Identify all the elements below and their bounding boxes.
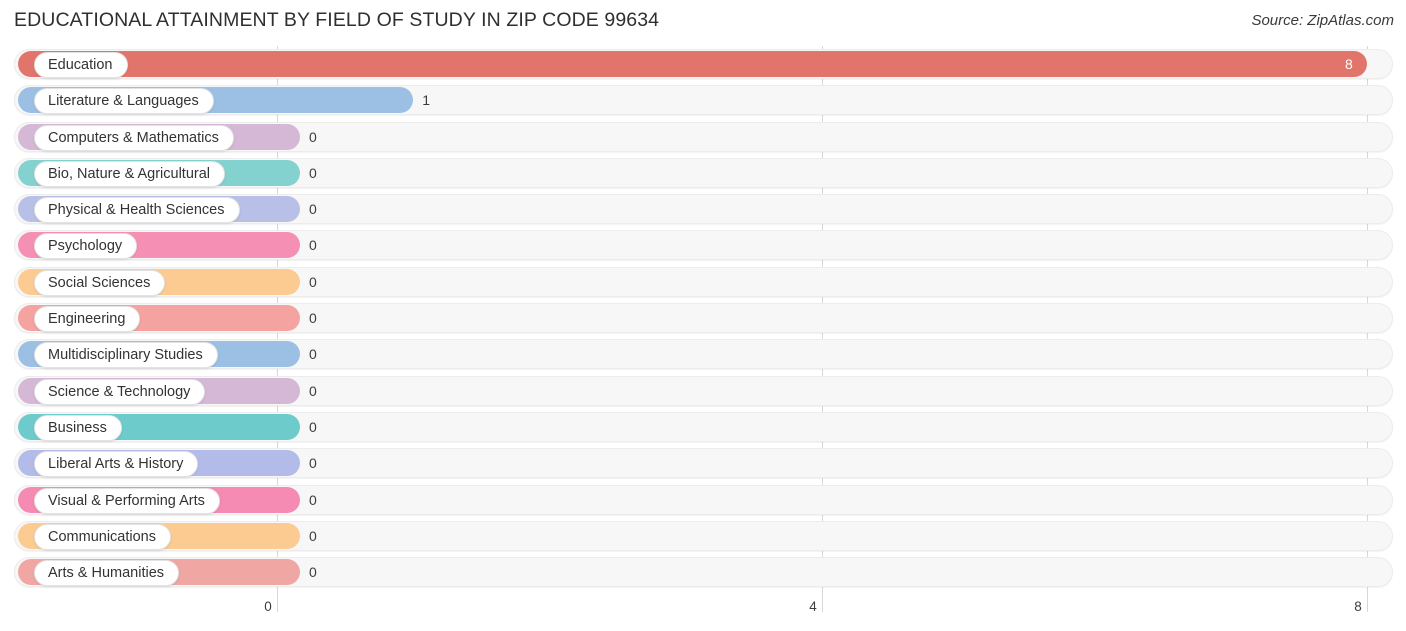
- category-label: Education: [34, 52, 128, 78]
- category-label: Visual & Performing Arts: [34, 487, 220, 514]
- value-label: 0: [309, 491, 317, 508]
- value-label: 0: [309, 310, 317, 327]
- bar-row[interactable]: Education 8: [0, 46, 1406, 82]
- chart-page: EDUCATIONAL ATTAINMENT BY FIELD OF STUDY…: [0, 0, 1406, 631]
- category-label: Business: [34, 414, 122, 441]
- category-label: Engineering: [34, 306, 141, 333]
- bar-row[interactable]: Computers & Mathematics 0: [0, 119, 1406, 155]
- value-label: 8: [1345, 56, 1353, 72]
- category-label: Liberal Arts & History: [34, 451, 199, 478]
- category-label: Psychology: [34, 233, 138, 260]
- bar-row[interactable]: Psychology 0: [0, 227, 1406, 263]
- axis-tick-line: [822, 594, 823, 612]
- category-label: Literature & Languages: [34, 88, 214, 115]
- page-title: EDUCATIONAL ATTAINMENT BY FIELD OF STUDY…: [14, 9, 660, 31]
- value-label: 0: [309, 346, 317, 363]
- category-label: Physical & Health Sciences: [34, 197, 240, 224]
- bar-row[interactable]: Social Sciences 0: [0, 264, 1406, 300]
- source-attribution: Source: ZipAtlas.com: [1251, 12, 1394, 29]
- category-label: Communications: [34, 523, 171, 550]
- bar-row[interactable]: Literature & Languages 1: [0, 82, 1406, 118]
- bar-rows: Education 8 Literature & Languages 1 Compute…: [0, 46, 1406, 590]
- value-label: 0: [309, 164, 317, 181]
- axis-tick-line: [1367, 594, 1368, 612]
- value-label: 1: [422, 92, 431, 109]
- value-bar[interactable]: [18, 51, 1367, 77]
- bar-row[interactable]: Engineering 0: [0, 300, 1406, 336]
- bar-row[interactable]: Communications 0: [0, 518, 1406, 554]
- value-label: 0: [309, 418, 317, 435]
- value-label: 0: [309, 237, 317, 254]
- plot-area: Education 8 Literature & Languages 1 Compute…: [0, 46, 1406, 594]
- category-label: Arts & Humanities: [34, 560, 180, 587]
- chart-header: EDUCATIONAL ATTAINMENT BY FIELD OF STUDY…: [0, 0, 1406, 46]
- value-label: 0: [309, 201, 317, 218]
- bar-row[interactable]: Arts & Humanities 0: [0, 554, 1406, 590]
- category-label: Social Sciences: [34, 269, 166, 296]
- category-label: Bio, Nature & Agricultural: [34, 160, 225, 187]
- x-axis: 0 4 8: [0, 594, 1406, 631]
- category-label: Science & Technology: [34, 378, 206, 405]
- value-label: 0: [309, 455, 317, 472]
- bar-row[interactable]: Liberal Arts & History 0: [0, 445, 1406, 481]
- value-label: 0: [309, 564, 317, 581]
- category-label: Multidisciplinary Studies: [34, 342, 218, 369]
- bar-row[interactable]: Physical & Health Sciences 0: [0, 191, 1406, 227]
- value-label: 0: [309, 527, 317, 544]
- bar-row[interactable]: Visual & Performing Arts 0: [0, 482, 1406, 518]
- value-label: 0: [309, 382, 317, 399]
- axis-tick-label: 4: [809, 599, 817, 614]
- category-label: Computers & Mathematics: [34, 124, 234, 151]
- bar-row[interactable]: Multidisciplinary Studies 0: [0, 336, 1406, 372]
- value-label: 0: [309, 273, 317, 290]
- bar-row[interactable]: Science & Technology 0: [0, 373, 1406, 409]
- axis-tick-label: 8: [1354, 599, 1362, 614]
- axis-tick-line: [277, 594, 278, 612]
- bar-row[interactable]: Business 0: [0, 409, 1406, 445]
- axis-tick-label: 0: [264, 599, 272, 614]
- bar-row[interactable]: Bio, Nature & Agricultural 0: [0, 155, 1406, 191]
- value-label: 0: [309, 128, 317, 145]
